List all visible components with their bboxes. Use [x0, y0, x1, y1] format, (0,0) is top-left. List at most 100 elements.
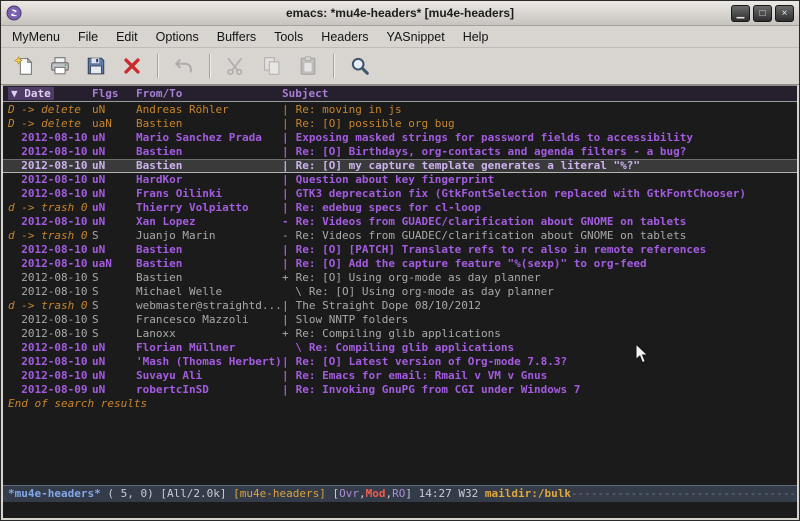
- thread-indicator: |: [282, 299, 289, 313]
- message-row[interactable]: 2012-08-10 S Lanoxx + Re: Compiling glib…: [3, 327, 797, 341]
- menu-item[interactable]: Buffers: [208, 27, 265, 47]
- modeline-segment: 14:27 W32: [419, 486, 485, 502]
- maximize-button[interactable]: □: [753, 5, 772, 22]
- minimize-button[interactable]: ▁: [731, 5, 750, 22]
- echo-area[interactable]: [3, 502, 797, 518]
- message-flags: uaN: [92, 257, 136, 271]
- message-from: HardKor: [136, 173, 282, 187]
- thread-indicator: |: [282, 131, 289, 145]
- message-row[interactable]: 2012-08-10 S Michael Welle \ Re: [O] Usi…: [3, 285, 797, 299]
- menu-item[interactable]: Edit: [107, 27, 147, 47]
- message-date: 2012-08-10: [8, 243, 92, 257]
- header-flags[interactable]: Flgs: [92, 86, 136, 102]
- new-file-icon: [13, 55, 35, 77]
- header-subject[interactable]: Subject: [282, 86, 328, 102]
- message-date: d -> trash 0: [8, 299, 92, 313]
- message-subject: Question about key fingerprint: [289, 173, 797, 187]
- message-row[interactable]: 2012-08-10 uN Suvayu Ali | Re: Emacs for…: [3, 369, 797, 383]
- message-from: Juanjo Marin: [136, 229, 282, 243]
- modeline-segment: [mu4e-headers]: [233, 486, 326, 502]
- menu-item[interactable]: MyMenu: [3, 27, 69, 47]
- message-row[interactable]: 2012-08-10 uN Florian Müllner \ Re: Comp…: [3, 341, 797, 355]
- message-row[interactable]: 2012-08-10 uN Frans Oilinki | GTK3 depre…: [3, 187, 797, 201]
- message-flags: uN: [92, 159, 136, 173]
- message-date: D -> delete: [8, 117, 92, 131]
- title-bar[interactable]: emacs: *mu4e-headers* [mu4e-headers] ▁ □…: [1, 1, 799, 26]
- message-subject: Re: Emacs for email: Rmail v VM v Gnus: [289, 369, 797, 383]
- header-date[interactable]: ▼ Date: [8, 86, 92, 102]
- thread-indicator: \: [282, 285, 302, 299]
- thread-indicator: |: [282, 159, 289, 173]
- message-row[interactable]: d -> trash 0 S Juanjo Marin - Re: Videos…: [3, 229, 797, 243]
- thread-indicator: \: [282, 341, 302, 355]
- message-date: 2012-08-10: [8, 355, 92, 369]
- message-subject: Re: [O] my capture template generates a …: [289, 159, 797, 173]
- save-icon: [85, 55, 107, 77]
- message-row[interactable]: 2012-08-10 S Francesco Mazzoli | Slow NN…: [3, 313, 797, 327]
- modeline-segment: ]: [405, 486, 418, 502]
- message-row[interactable]: D -> delete uN Andreas Röhler | Re: movi…: [3, 103, 797, 117]
- menu-item[interactable]: Help: [454, 27, 498, 47]
- message-row[interactable]: 2012-08-10 uN 'Mash (Thomas Herbert) | R…: [3, 355, 797, 369]
- new-file-button[interactable]: [9, 52, 39, 80]
- message-date: 2012-08-10: [8, 131, 92, 145]
- message-row[interactable]: 2012-08-10 S Bastien + Re: [O] Using org…: [3, 271, 797, 285]
- emacs-icon[interactable]: [6, 5, 22, 21]
- message-from: robertcInSD: [136, 383, 282, 397]
- message-row[interactable]: 2012-08-10 uaN Bastien | Re: [O] Add the…: [3, 257, 797, 271]
- message-flags: S: [92, 229, 136, 243]
- message-row[interactable]: 2012-08-10 uN Bastien | Re: [O] Birthday…: [3, 145, 797, 159]
- menu-item[interactable]: Options: [147, 27, 208, 47]
- thread-indicator: -: [282, 229, 289, 243]
- thread-indicator: +: [282, 271, 289, 285]
- message-from: Bastien: [136, 257, 282, 271]
- message-flags: uN: [92, 201, 136, 215]
- message-row[interactable]: 2012-08-10 uN HardKor | Question about k…: [3, 173, 797, 187]
- message-flags: uN: [92, 355, 136, 369]
- message-subject: Re: [O] [PATCH] Translate refs to rc als…: [289, 243, 797, 257]
- close-buffer-button[interactable]: [117, 52, 147, 80]
- save-button[interactable]: [81, 52, 111, 80]
- menu-item[interactable]: Headers: [312, 27, 377, 47]
- print-button[interactable]: [45, 52, 75, 80]
- message-row[interactable]: D -> delete uaN Bastien | Re: [O] possib…: [3, 117, 797, 131]
- message-subject: Re: Invoking GnuPG from CGI under Window…: [289, 383, 797, 397]
- search-button[interactable]: [345, 52, 375, 80]
- message-flags: uaN: [92, 117, 136, 131]
- message-flags: S: [92, 299, 136, 313]
- message-date: 2012-08-10: [8, 145, 92, 159]
- message-flags: uN: [92, 369, 136, 383]
- thread-indicator: |: [282, 313, 289, 327]
- menu-item[interactable]: File: [69, 27, 107, 47]
- message-row[interactable]: 2012-08-10 uN Bastien | Re: [O] my captu…: [3, 159, 797, 173]
- message-row[interactable]: d -> trash 0 uN Thierry Volpiatto | Re: …: [3, 201, 797, 215]
- message-row[interactable]: 2012-08-10 uN Bastien | Re: [O] [PATCH] …: [3, 243, 797, 257]
- modeline-segment: Ovr: [339, 486, 359, 502]
- menu-item[interactable]: YASnippet: [378, 27, 454, 47]
- header-from[interactable]: From/To: [136, 86, 282, 102]
- message-from: Thierry Volpiatto: [136, 201, 282, 215]
- modeline-segment: ,: [359, 486, 366, 502]
- sort-indicator: ▼ Date: [8, 87, 54, 100]
- menu-bar: MyMenu File Edit Options Buffers Tools H…: [1, 26, 799, 48]
- message-row[interactable]: 2012-08-10 uN Mario Sanchez Prada | Expo…: [3, 131, 797, 145]
- buffer-area: ▼ Date Flgs From/To Subject D -> delete …: [3, 85, 797, 518]
- message-row[interactable]: d -> trash 0 S webmaster@straightd... | …: [3, 299, 797, 313]
- message-date: 2012-08-10: [8, 327, 92, 341]
- paste-icon: [297, 55, 319, 77]
- message-date: 2012-08-09: [8, 383, 92, 397]
- close-button[interactable]: ×: [775, 5, 794, 22]
- message-subject: Re: Videos from GUADEC/clarification abo…: [289, 215, 797, 229]
- message-subject: Re: moving in js: [289, 103, 797, 117]
- message-from: Bastien: [136, 145, 282, 159]
- message-row[interactable]: 2012-08-10 uN Xan Lopez - Re: Videos fro…: [3, 215, 797, 229]
- message-flags: S: [92, 313, 136, 327]
- thread-indicator: |: [282, 257, 289, 271]
- message-subject: Re: Compiling glib applications: [302, 341, 797, 355]
- message-date: d -> trash 0: [8, 229, 92, 243]
- message-date: 2012-08-10: [8, 369, 92, 383]
- message-row[interactable]: 2012-08-09 uN robertcInSD | Re: Invoking…: [3, 383, 797, 397]
- menu-item[interactable]: Tools: [265, 27, 312, 47]
- message-flags: uN: [92, 243, 136, 257]
- end-of-results: End of search results: [3, 397, 797, 411]
